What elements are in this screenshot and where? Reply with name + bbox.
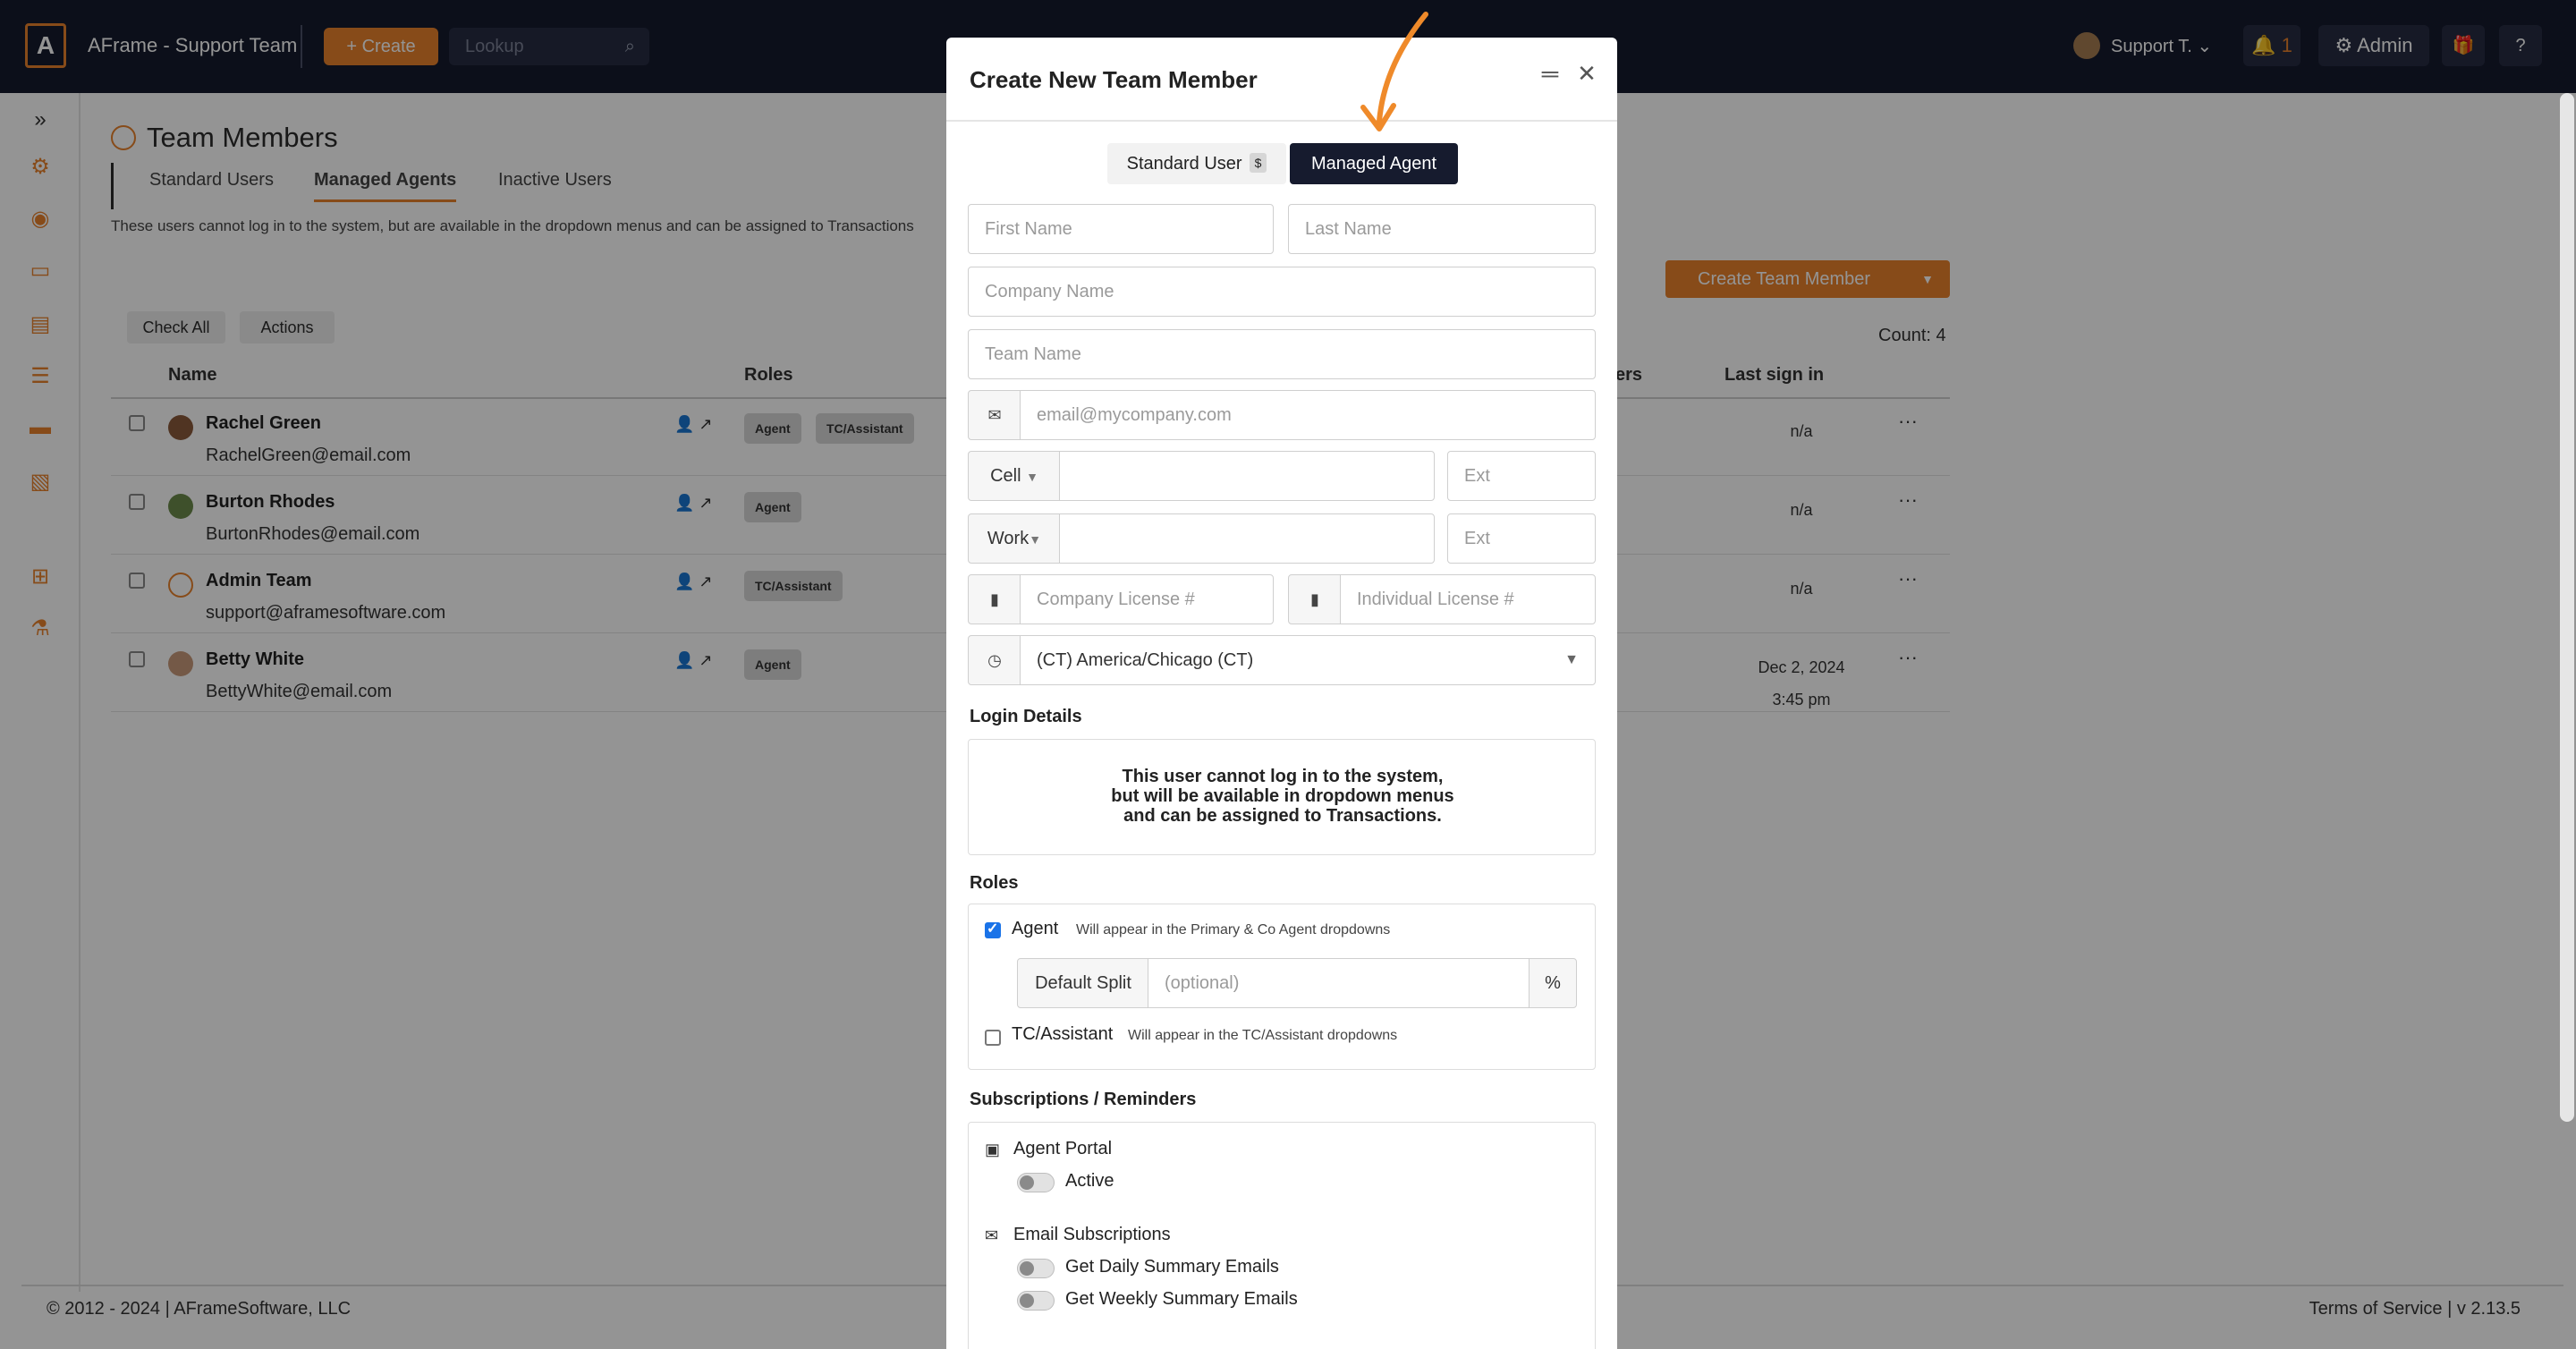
timezone-select[interactable]: (CT) America/Chicago (CT) ▼ <box>1020 635 1596 685</box>
agent-role-desc: Will appear in the Primary & Co Agent dr… <box>1076 922 1391 938</box>
portal-icon: ▣ <box>985 1141 1001 1158</box>
agent-role-label[interactable]: Agent <box>1012 919 1058 939</box>
login-notice-line: but will be available in dropdown menus <box>1111 786 1454 806</box>
daily-summary-toggle[interactable] <box>1017 1259 1055 1278</box>
timezone-value: (CT) America/Chicago (CT) <box>1037 650 1254 670</box>
email-field[interactable]: email@mycompany.com <box>1020 390 1596 440</box>
first-name-field[interactable]: First Name <box>968 204 1274 254</box>
roles-box: Agent Will appear in the Primary & Co Ag… <box>968 904 1596 1070</box>
company-license-field[interactable]: Company License # <box>1020 574 1274 624</box>
active-label: Active <box>1065 1171 1114 1191</box>
login-notice: This user cannot log in to the system, b… <box>969 767 1597 826</box>
team-name-field[interactable]: Team Name <box>968 329 1596 379</box>
agent-portal-label: Agent Portal <box>1013 1139 1113 1158</box>
clock-icon: ◷ <box>968 635 1021 685</box>
agent-role-checkbox[interactable] <box>985 920 1001 938</box>
agent-portal-active-toggle[interactable] <box>1017 1173 1055 1192</box>
cell-phone-type-select[interactable]: Cell ▼ <box>968 451 1061 501</box>
work-phone-type-label: Work <box>987 529 1030 548</box>
weekly-summary-toggle[interactable] <box>1017 1291 1055 1311</box>
roles-label: Roles <box>970 873 1019 893</box>
standard-user-toggle[interactable]: Standard User $ <box>1107 143 1286 184</box>
cell-ext-field[interactable]: Ext <box>1447 451 1596 501</box>
tc-role-desc: Will appear in the TC/Assistant dropdown… <box>1128 1028 1398 1043</box>
envelope-icon: ✉ <box>968 390 1021 440</box>
close-icon[interactable]: ✕ <box>1572 59 1601 88</box>
price-badge: $ <box>1249 153 1267 173</box>
cell-phone-type-label: Cell <box>990 466 1021 486</box>
modal-title: Create New Team Member <box>970 66 1258 93</box>
chevron-down-icon: ▼ <box>1029 532 1042 547</box>
login-notice-line: and can be assigned to Transactions. <box>1123 806 1442 826</box>
default-split-field[interactable]: (optional) <box>1148 958 1530 1008</box>
login-notice-line: This user cannot log in to the system, <box>1122 767 1444 786</box>
envelope-open-icon: ✉ <box>985 1226 999 1244</box>
cell-phone-field[interactable] <box>1059 451 1435 501</box>
weekly-summary-label: Get Weekly Summary Emails <box>1065 1289 1298 1309</box>
percent-addon: % <box>1529 958 1577 1008</box>
chevron-down-icon: ▼ <box>1564 652 1579 667</box>
managed-agent-toggle[interactable]: Managed Agent <box>1290 143 1458 184</box>
standard-user-label: Standard User <box>1126 154 1242 174</box>
last-name-field[interactable]: Last Name <box>1288 204 1596 254</box>
default-split-label: Default Split <box>1017 958 1149 1008</box>
minimize-icon[interactable]: ═ <box>1537 59 1563 88</box>
annotation-arrow-icon <box>1360 12 1428 132</box>
tc-role-checkbox[interactable] <box>985 1030 1001 1046</box>
daily-summary-label: Get Daily Summary Emails <box>1065 1257 1279 1277</box>
modal-header: Create New Team Member ═ ✕ <box>946 38 1617 122</box>
work-phone-type-select[interactable]: Work▼ <box>968 513 1061 564</box>
subscriptions-label: Subscriptions / Reminders <box>970 1090 1197 1109</box>
company-name-field[interactable]: Company Name <box>968 267 1596 317</box>
chevron-down-icon: ▼ <box>1026 470 1038 484</box>
tc-role-label[interactable]: TC/Assistant <box>1012 1024 1113 1045</box>
work-phone-field[interactable] <box>1059 513 1435 564</box>
individual-license-field[interactable]: Individual License # <box>1340 574 1596 624</box>
create-team-member-modal: Create New Team Member ═ ✕ Standard User… <box>946 38 1617 1349</box>
page-scrollbar[interactable] <box>2560 93 2574 1122</box>
subscriptions-box: ▣ Agent Portal Active ✉ Email Subscripti… <box>968 1122 1596 1349</box>
login-details-label: Login Details <box>970 707 1082 726</box>
work-ext-field[interactable]: Ext <box>1447 513 1596 564</box>
email-subscriptions-label: Email Subscriptions <box>1013 1225 1171 1244</box>
id-badge-icon: ▮ <box>968 574 1021 624</box>
login-details-box: This user cannot log in to the system, b… <box>968 739 1596 855</box>
id-badge-icon: ▮ <box>1288 574 1342 624</box>
